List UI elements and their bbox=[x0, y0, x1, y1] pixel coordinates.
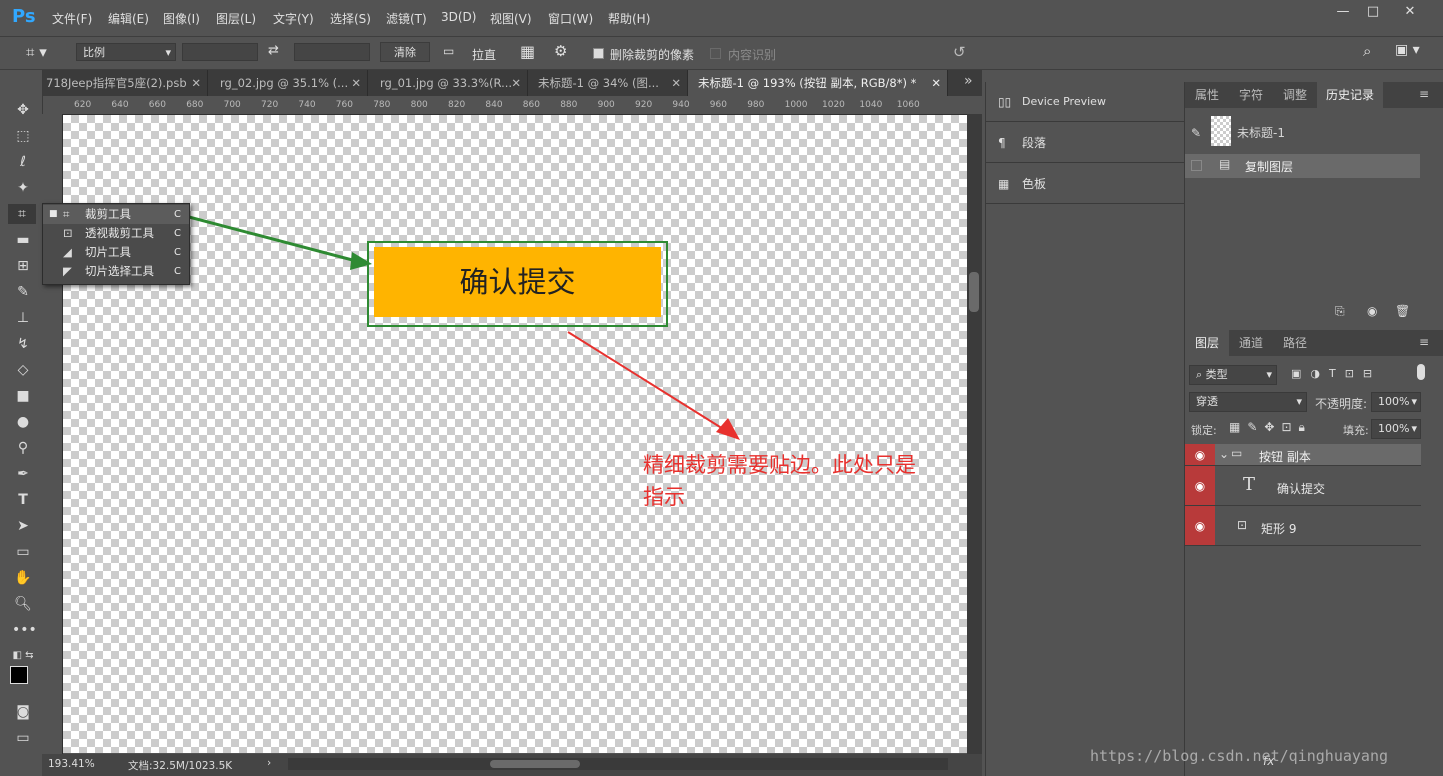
flyout-item-perspective-crop[interactable]: ⊡ 透视裁剪工具 C bbox=[43, 224, 189, 243]
new-document-from-state-icon[interactable]: ⎘ bbox=[1335, 304, 1345, 319]
tab-layers[interactable]: 图层 bbox=[1185, 330, 1229, 356]
flyout-item-slice-select[interactable]: ◤ 切片选择工具 C bbox=[43, 262, 189, 281]
red-arrow-head bbox=[716, 418, 740, 440]
swatches-icon: ▦ bbox=[998, 177, 1010, 191]
flyout-shortcut: C bbox=[174, 209, 181, 220]
flyout-shortcut: C bbox=[174, 247, 181, 258]
blend-mode-value: 穿透 bbox=[1196, 395, 1218, 408]
layers-panel-tabs: 图层 通道 路径 ≡ bbox=[1185, 330, 1443, 356]
opacity-field[interactable]: 100% ▾ bbox=[1371, 392, 1421, 412]
flyout-label: 裁剪工具 bbox=[85, 207, 131, 221]
eye-icon[interactable]: ◉ bbox=[1185, 444, 1215, 465]
layer-row[interactable]: ◉ T 确认提交 bbox=[1185, 466, 1421, 506]
filter-value: 类型 bbox=[1205, 368, 1228, 381]
tab-properties[interactable]: 属性 bbox=[1185, 82, 1229, 108]
slice-select-icon: ◤ bbox=[63, 264, 72, 278]
fill-label: 填充: bbox=[1343, 424, 1369, 437]
right-panels: 属性 字符 调整 历史记录 ≡ ✎ 未标题-1 ▤ 复制图层 ⎘ ◉ 🗑︎ 图层… bbox=[1185, 70, 1443, 776]
shape-layer-icon: ⊡ bbox=[1237, 518, 1248, 532]
opacity-label: 不透明度: bbox=[1315, 397, 1368, 411]
chevron-down-icon: ▾ bbox=[1411, 395, 1417, 408]
flyout-shortcut: C bbox=[174, 266, 181, 277]
text-layer-icon: T bbox=[1243, 474, 1256, 495]
tab-paths[interactable]: 路径 bbox=[1273, 330, 1317, 356]
search-icon: ⌕ bbox=[1196, 368, 1206, 381]
flyout-label: 切片选择工具 bbox=[85, 264, 154, 278]
layer-filter-select[interactable]: ⌕ 类型 ▾ bbox=[1189, 365, 1277, 385]
device-preview-icon: ▯▯ bbox=[998, 95, 1012, 109]
zoom-level[interactable]: 193.41% bbox=[48, 758, 95, 770]
document-icon: ▤ bbox=[1219, 157, 1231, 171]
opacity-value: 100% bbox=[1378, 395, 1410, 408]
filter-toggle[interactable] bbox=[1417, 364, 1425, 380]
panel-paragraph[interactable]: ¶ 段落 bbox=[986, 123, 1184, 163]
status-bar: 193.41% 文档:32.5M/1023.5K › bbox=[42, 754, 982, 776]
panel-label: Device Preview bbox=[1022, 95, 1106, 108]
chevron-down-icon: ▾ bbox=[1296, 395, 1302, 408]
panel-label: 色板 bbox=[1022, 177, 1047, 191]
chevron-down-icon: ▾ bbox=[1411, 422, 1417, 435]
flyout-label: 切片工具 bbox=[85, 245, 131, 259]
chevron-down-icon[interactable]: ⌄ bbox=[1219, 447, 1229, 461]
lock-label: 锁定: bbox=[1191, 424, 1217, 437]
layer-name: 按钮 副本 bbox=[1259, 450, 1311, 464]
folder-icon: ▭ bbox=[1231, 446, 1243, 460]
chevron-down-icon: ▾ bbox=[1266, 368, 1272, 381]
blend-mode-select[interactable]: 穿透 ▾ bbox=[1189, 392, 1307, 412]
history-panel-tabs: 属性 字符 调整 历史记录 ≡ bbox=[1185, 82, 1443, 108]
layer-group-row[interactable]: ◉ ⌄ ▭ 按钮 副本 bbox=[1185, 444, 1421, 466]
history-item[interactable]: ▤ 复制图层 bbox=[1185, 154, 1420, 178]
watermark: https://blog.csdn.net/qinghuayang bbox=[1090, 747, 1389, 765]
horizontal-scrollbar[interactable] bbox=[288, 758, 948, 770]
history-item-label: 复制图层 bbox=[1245, 160, 1294, 174]
flyout-item-slice[interactable]: ◢ 切片工具 C bbox=[43, 243, 189, 262]
horizontal-scrollbar-thumb[interactable] bbox=[490, 760, 580, 768]
flyout-shortcut: C bbox=[174, 228, 181, 239]
history-source-checkbox[interactable] bbox=[1191, 160, 1202, 171]
fill-field[interactable]: 100% ▾ bbox=[1371, 419, 1421, 439]
layer-name: 矩形 9 bbox=[1261, 522, 1297, 536]
lock-icons[interactable]: ▦✎✥⊡🔒︎ bbox=[1229, 420, 1312, 435]
tab-channels[interactable]: 通道 bbox=[1229, 330, 1273, 356]
tab-character[interactable]: 字符 bbox=[1229, 82, 1273, 108]
flyout-item-crop[interactable]: ■ ⌗ 裁剪工具 C bbox=[43, 205, 189, 224]
layer-name: 确认提交 bbox=[1277, 482, 1326, 496]
flyout-label: 透视裁剪工具 bbox=[85, 226, 154, 240]
collapsed-panels-dock: ▯▯ Device Preview ¶ 段落 ▦ 色板 bbox=[985, 82, 1185, 776]
status-menu-arrow[interactable]: › bbox=[267, 757, 271, 769]
layer-row[interactable]: ◉ ⊡ 矩形 9 bbox=[1185, 506, 1421, 546]
tab-history[interactable]: 历史记录 bbox=[1317, 82, 1383, 108]
snapshot-label[interactable]: 未标题-1 bbox=[1237, 124, 1285, 141]
slice-icon: ◢ bbox=[63, 245, 72, 259]
eye-icon[interactable]: ◉ bbox=[1185, 466, 1215, 505]
panel-menu-icon[interactable]: ≡ bbox=[1419, 87, 1429, 101]
crop-icon: ⌗ bbox=[63, 207, 70, 221]
paragraph-icon: ¶ bbox=[998, 136, 1006, 150]
panel-label: 段落 bbox=[1022, 136, 1047, 150]
fill-value: 100% bbox=[1378, 422, 1410, 435]
document-size: 文档:32.5M/1023.5K bbox=[128, 760, 233, 772]
green-arrow-head bbox=[350, 252, 372, 270]
panel-device-preview[interactable]: ▯▯ Device Preview bbox=[986, 82, 1184, 122]
snapshot-thumbnail[interactable] bbox=[1211, 116, 1231, 146]
camera-icon[interactable]: ◉ bbox=[1367, 304, 1377, 318]
layer-filter-icons[interactable]: ▣◑T⊡⊟ bbox=[1291, 367, 1381, 380]
crop-tools-flyout: ■ ⌗ 裁剪工具 C ⊡ 透视裁剪工具 C ◢ 切片工具 C ◤ 切片选择工具 … bbox=[42, 203, 190, 285]
history-brush-source-icon[interactable]: ✎ bbox=[1191, 126, 1201, 140]
panel-swatches[interactable]: ▦ 色板 bbox=[986, 164, 1184, 204]
active-bullet-icon: ■ bbox=[49, 209, 58, 219]
perspective-crop-icon: ⊡ bbox=[63, 226, 73, 240]
panel-menu-icon[interactable]: ≡ bbox=[1419, 335, 1429, 349]
green-arrow-line bbox=[169, 210, 361, 264]
red-arrow-line bbox=[567, 331, 729, 433]
trash-icon[interactable]: 🗑︎ bbox=[1395, 304, 1410, 318]
tab-adjustments[interactable]: 调整 bbox=[1273, 82, 1317, 108]
eye-icon[interactable]: ◉ bbox=[1185, 506, 1215, 545]
